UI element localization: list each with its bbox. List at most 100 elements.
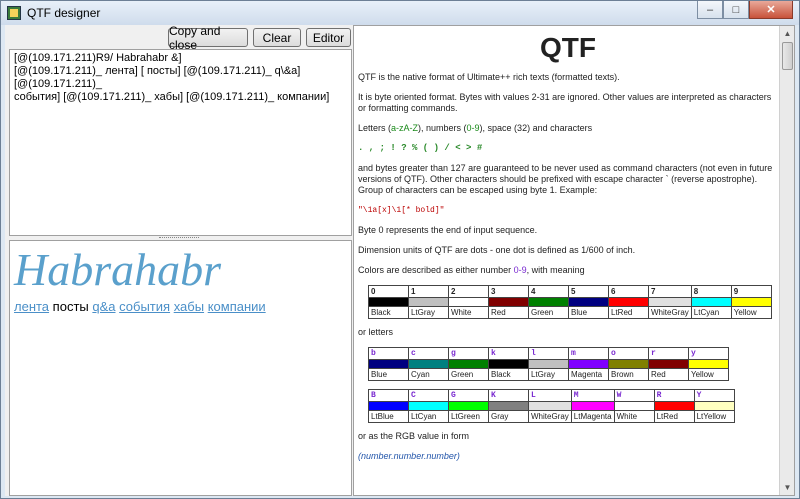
color-name: LtBlue xyxy=(368,410,409,423)
nav-item-posts: посты xyxy=(52,299,89,314)
close-button[interactable]: ✕ xyxy=(749,1,793,19)
color-name: LtGreen xyxy=(448,410,489,423)
doc-paragraph: Letters (a-zA-Z), numbers (0-9), space (… xyxy=(358,123,778,134)
nav-link-qa[interactable]: q&a xyxy=(92,299,115,314)
color-key: L xyxy=(528,389,572,402)
color-swatch xyxy=(648,297,692,307)
color-key: W xyxy=(613,389,655,402)
color-swatch xyxy=(648,359,689,369)
color-name: Gray xyxy=(488,410,529,423)
doc-paragraph: or as the RGB value in form xyxy=(358,431,470,441)
color-swatch xyxy=(693,401,735,411)
doc-paragraph: QTF is the native format of Ultimate++ r… xyxy=(358,72,620,82)
color-key: 5 xyxy=(568,285,609,298)
color-key: 1 xyxy=(408,285,449,298)
color-swatch xyxy=(408,297,449,307)
toolbar: Copy and close Clear Editor xyxy=(5,24,351,52)
color-name: LtGray xyxy=(408,306,449,319)
nav-link-events[interactable]: события xyxy=(119,299,170,314)
color-name: Magenta xyxy=(568,368,609,381)
color-name: Yellow xyxy=(688,368,729,381)
color-name: Green xyxy=(448,368,489,381)
vertical-scrollbar[interactable]: ▲ ▼ xyxy=(779,26,794,495)
color-swatch xyxy=(613,401,655,411)
color-table-numbers: 0 1 2 3 4 5 6 7 8 9 Black LtGray White Red Green Blue Lt… xyxy=(368,285,772,319)
color-key: 8 xyxy=(690,285,732,298)
color-swatch xyxy=(488,401,529,411)
color-key: 3 xyxy=(488,285,529,298)
color-key: y xyxy=(688,347,729,360)
text-fragment: Letters ( xyxy=(358,123,392,133)
color-name: Blue xyxy=(568,306,609,319)
color-key: M xyxy=(570,389,615,402)
color-name: LtYellow xyxy=(693,410,735,423)
qtf-code-editor[interactable]: [@(109.171.211)R9/ Habrahabr &] [@(109.1… xyxy=(9,49,352,236)
preview-title: Habrahabr xyxy=(14,244,222,295)
client-area: Copy and close Clear Editor [@(109.171.2… xyxy=(5,24,795,496)
color-key: g xyxy=(448,347,489,360)
color-name: LtRed xyxy=(608,306,649,319)
maximize-button[interactable]: □ xyxy=(723,1,749,19)
color-name: White xyxy=(613,410,655,423)
text-fragment: 0-9 xyxy=(466,123,480,133)
color-name: LtGray xyxy=(528,368,569,381)
doc-paragraph: Dimension units of QTF are dots - one do… xyxy=(358,245,636,255)
color-swatch xyxy=(368,401,409,411)
help-document: QTF QTF is the native format of Ultimate… xyxy=(354,26,794,462)
color-swatch xyxy=(528,297,569,307)
color-name: Red xyxy=(488,306,529,319)
color-key: 0 xyxy=(368,285,409,298)
clear-button[interactable]: Clear xyxy=(253,28,301,47)
color-swatch xyxy=(690,297,732,307)
color-swatch xyxy=(488,297,529,307)
color-swatch xyxy=(368,297,409,307)
color-swatch xyxy=(730,297,772,307)
copy-and-close-button[interactable]: Copy and close xyxy=(168,24,248,52)
color-key: k xyxy=(488,347,529,360)
scroll-up-arrow-icon[interactable]: ▲ xyxy=(780,26,794,41)
color-name: LtCyan xyxy=(690,306,732,319)
code-line: [@(109.171.211)_ лента] [ посты] [@(109.… xyxy=(14,65,301,90)
doc-paragraph: It is byte oriented format. Bytes with v… xyxy=(358,92,772,113)
rgb-format: (number.number.number) xyxy=(358,451,460,461)
color-swatch xyxy=(608,297,649,307)
code-line: [@(109.171.211)R9/ Habrahabr &] xyxy=(14,52,182,64)
text-fragment: , with meaning xyxy=(526,265,585,275)
color-name: LtCyan xyxy=(408,410,449,423)
color-key: r xyxy=(648,347,689,360)
text-fragment: Colors are described as either number xyxy=(358,265,514,275)
color-swatch xyxy=(608,359,649,369)
text-fragment: ), space (32) and characters xyxy=(479,123,593,133)
color-name: Red xyxy=(648,368,689,381)
editor-button[interactable]: Editor xyxy=(306,28,351,47)
window-controls: – □ ✕ xyxy=(697,1,793,19)
color-name: WhiteGray xyxy=(528,410,572,423)
color-key: c xyxy=(408,347,449,360)
color-key: G xyxy=(448,389,489,402)
color-key: Y xyxy=(693,389,735,402)
doc-paragraph: Byte 0 represents the end of input seque… xyxy=(358,225,538,235)
color-swatch xyxy=(568,297,609,307)
nav-link-companies[interactable]: компании xyxy=(208,299,266,314)
color-key: B xyxy=(368,389,409,402)
color-key: l xyxy=(528,347,569,360)
preview-nav: лента посты q&a события хабы компании xyxy=(14,299,347,314)
color-key: 2 xyxy=(448,285,489,298)
color-name: Yellow xyxy=(730,306,772,319)
color-swatch xyxy=(448,359,489,369)
text-fragment: 0-9 xyxy=(513,265,527,275)
color-name: Blue xyxy=(368,368,409,381)
escape-example: "\1a[x]\1[* bold]" xyxy=(358,206,445,215)
text-fragment: ), numbers ( xyxy=(418,123,467,133)
nav-link-feed[interactable]: лента xyxy=(14,299,49,314)
color-name: LtRed xyxy=(653,410,695,423)
title-bar[interactable]: QTF designer – □ ✕ xyxy=(1,1,799,25)
help-document-pane[interactable]: QTF QTF is the native format of Ultimate… xyxy=(353,25,795,496)
scroll-thumb[interactable] xyxy=(782,42,793,70)
minimize-button[interactable]: – xyxy=(697,1,723,19)
code-line: события] [@(109.171.211)_ хабы] [@(109.1… xyxy=(14,91,330,103)
nav-link-hubs[interactable]: хабы xyxy=(174,299,204,314)
scroll-down-arrow-icon[interactable]: ▼ xyxy=(780,480,794,495)
color-name: Black xyxy=(368,306,409,319)
color-key: 6 xyxy=(608,285,649,298)
